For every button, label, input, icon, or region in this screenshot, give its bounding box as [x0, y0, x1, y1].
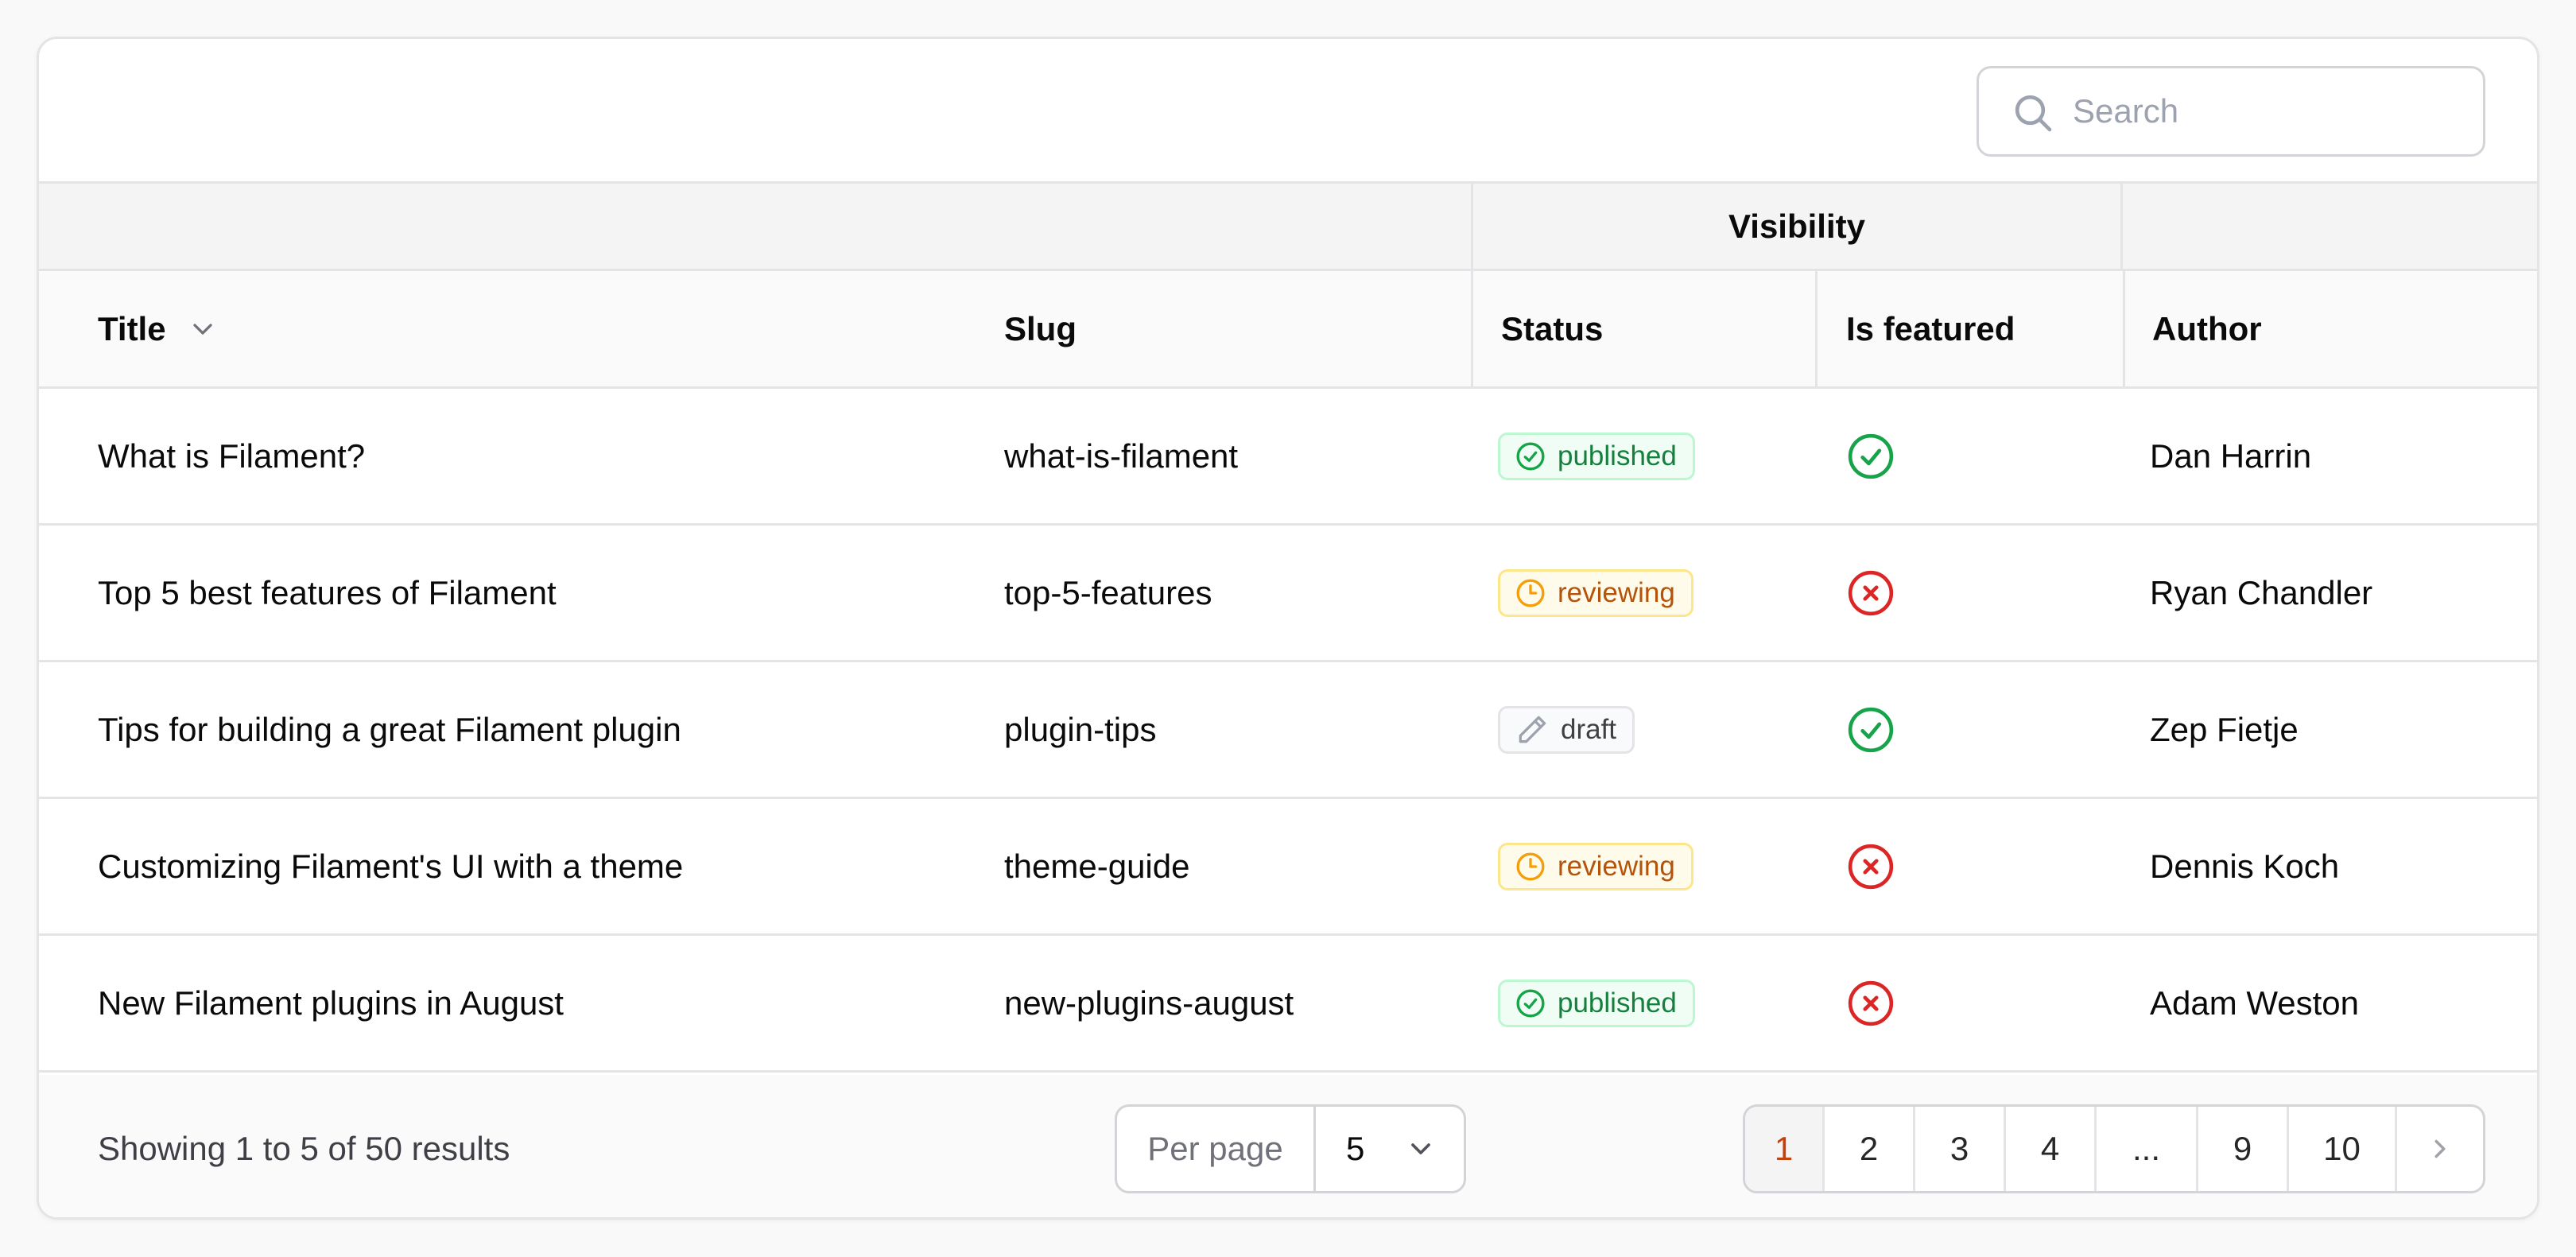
- pencil-icon: [1519, 716, 1546, 743]
- clock-icon: [1516, 579, 1545, 607]
- cell-author: Dan Harrin: [2150, 436, 2312, 475]
- check-circle-icon: [1848, 433, 1894, 479]
- page-button-9[interactable]: 9: [2198, 1107, 2289, 1191]
- cell-slug: new-plugins-august: [1004, 983, 1294, 1022]
- check-circle-icon: [1848, 707, 1894, 752]
- cell-slug: top-5-features: [1004, 573, 1212, 611]
- chevron-down-icon[interactable]: [187, 313, 219, 345]
- cell-slug: theme-guide: [1004, 847, 1190, 885]
- search-input[interactable]: [2073, 68, 2470, 154]
- column-header-is-featured: Is featured: [1815, 271, 2123, 386]
- cell-author: Ryan Chandler: [2150, 573, 2373, 611]
- x-circle-icon: [1848, 980, 1894, 1026]
- page-button-3[interactable]: 3: [1915, 1107, 2006, 1191]
- column-header-status: Status: [1471, 271, 1815, 386]
- column-header-slug: Slug: [1004, 309, 1077, 347]
- per-page-select[interactable]: 5: [1316, 1107, 1464, 1191]
- per-page-value: 5: [1346, 1130, 1365, 1167]
- cell-title: Tips for building a great Filament plugi…: [98, 710, 681, 748]
- status-badge-label: reviewing: [1558, 576, 1675, 608]
- status-badge-label: reviewing: [1558, 850, 1675, 882]
- chevron-right-icon: [2434, 1139, 2446, 1158]
- x-circle-icon: [1848, 570, 1894, 615]
- column-header-title-label: Title: [98, 309, 166, 347]
- table-row[interactable]: Top 5 best features of Filament top-5-fe…: [39, 526, 2537, 662]
- next-page-button[interactable]: [2397, 1107, 2483, 1191]
- column-header-author: Author: [2123, 271, 2537, 386]
- status-badge: published: [1498, 432, 1695, 480]
- cell-author: Dennis Koch: [2150, 847, 2340, 885]
- status-badge-label: published: [1558, 440, 1677, 471]
- table-row[interactable]: Customizing Filament's UI with a theme t…: [39, 799, 2537, 936]
- status-badge-label: draft: [1561, 713, 1617, 745]
- per-page-control: Per page 5: [1115, 1104, 1466, 1193]
- check-circle-icon: [1516, 989, 1545, 1017]
- cell-author: Zep Fietje: [2150, 710, 2299, 748]
- table-body: What is Filament? what-is-filament publi…: [39, 389, 2537, 1073]
- cell-status: draft: [1498, 662, 1635, 797]
- table-header: Title Slug Status Is featured Author: [39, 271, 2537, 389]
- cell-author: Adam Weston: [2150, 983, 2360, 1022]
- status-badge-label: published: [1558, 987, 1677, 1018]
- cell-title: Top 5 best features of Filament: [98, 573, 557, 611]
- page-button-4[interactable]: 4: [2006, 1107, 2097, 1191]
- group-visibility-label: Visibility: [1471, 184, 2123, 269]
- cell-status: published: [1498, 936, 1695, 1070]
- table-row[interactable]: New Filament plugins in August new-plugi…: [39, 936, 2537, 1073]
- cell-status: reviewing: [1498, 799, 1693, 933]
- check-circle-icon: [1516, 442, 1545, 470]
- table-card: Visibility Title Slug Status Is featured…: [37, 37, 2539, 1220]
- cell-slug: what-is-filament: [1004, 436, 1239, 475]
- search-icon: [2015, 95, 2052, 132]
- table-row[interactable]: Tips for building a great Filament plugi…: [39, 662, 2537, 799]
- cell-status: reviewing: [1498, 526, 1693, 660]
- page-ellipsis: ...: [2097, 1107, 2198, 1191]
- search-box[interactable]: [1977, 66, 2485, 157]
- cell-title: Customizing Filament's UI with a theme: [98, 847, 684, 885]
- x-circle-icon: [1848, 844, 1894, 889]
- column-header-title[interactable]: Title: [39, 271, 945, 386]
- cell-is-featured: [1846, 662, 1895, 797]
- status-badge: published: [1498, 979, 1695, 1027]
- status-badge: reviewing: [1498, 568, 1693, 617]
- cell-status: published: [1498, 389, 1695, 523]
- chevron-down-icon: [1411, 1143, 1430, 1154]
- cell-is-featured: [1846, 936, 1895, 1070]
- page-button-1[interactable]: 1: [1745, 1107, 1825, 1191]
- cell-title: What is Filament?: [98, 436, 366, 475]
- pagination: 1 2 3 4 ... 9 10: [1743, 1104, 2485, 1193]
- page-button-2[interactable]: 2: [1825, 1107, 1915, 1191]
- cell-slug: plugin-tips: [1004, 710, 1157, 748]
- table-toolbar: [39, 39, 2537, 184]
- status-badge: reviewing: [1498, 842, 1693, 890]
- status-badge: draft: [1498, 705, 1635, 754]
- clock-icon: [1516, 852, 1545, 880]
- cell-is-featured: [1846, 389, 1895, 523]
- column-group-header: Visibility: [39, 184, 2537, 271]
- results-summary: Showing 1 to 5 of 50 results: [98, 1129, 510, 1167]
- cell-is-featured: [1846, 526, 1895, 660]
- table-footer: Showing 1 to 5 of 50 results Per page 5 …: [39, 1075, 2537, 1217]
- page-button-10[interactable]: 10: [2289, 1107, 2397, 1191]
- cell-is-featured: [1846, 799, 1895, 933]
- table-row[interactable]: What is Filament? what-is-filament publi…: [39, 389, 2537, 526]
- cell-title: New Filament plugins in August: [98, 983, 564, 1022]
- per-page-label: Per page: [1117, 1107, 1316, 1191]
